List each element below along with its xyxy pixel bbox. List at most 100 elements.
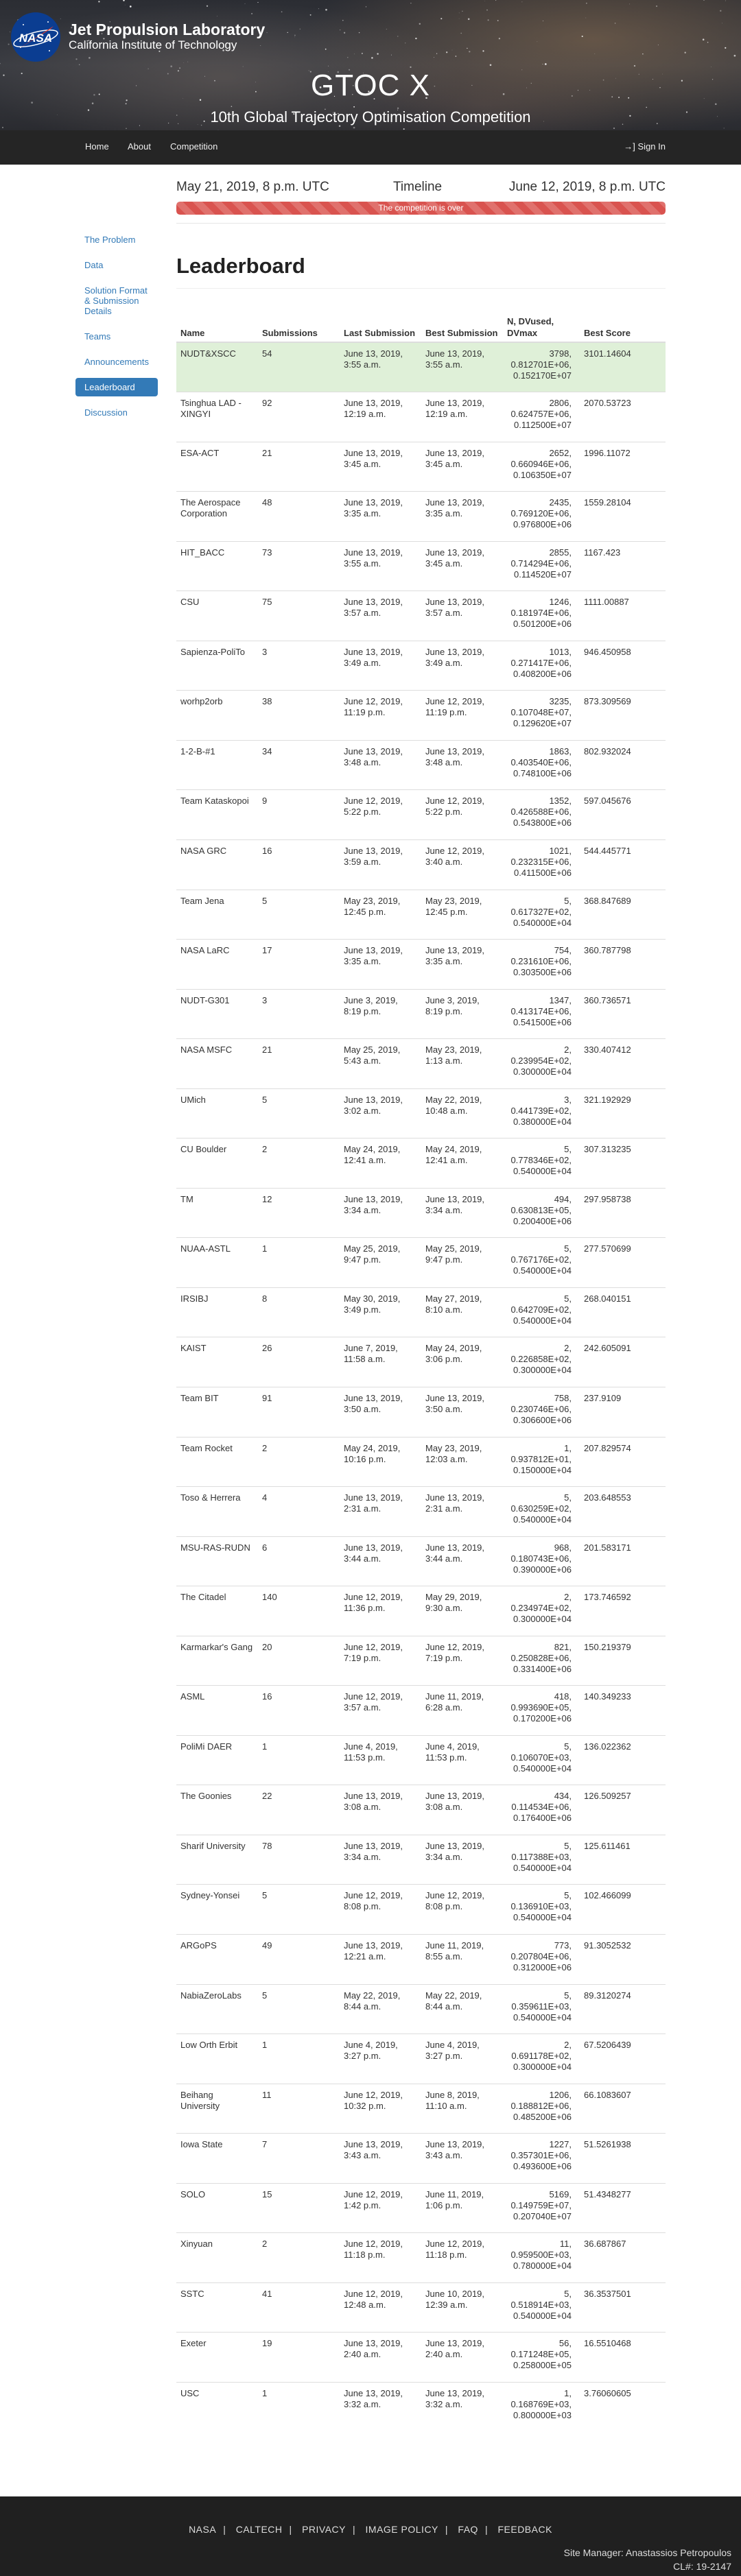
n-dvused-dvmax: 11, 0.959500E+03, 0.780000E+04 bbox=[503, 2232, 580, 2283]
best-submission: June 3, 2019, 8:19 p.m. bbox=[421, 988, 503, 1039]
team-name: KAIST bbox=[176, 1337, 258, 1387]
team-name: NUDT-G301 bbox=[176, 988, 258, 1039]
submissions-count: 20 bbox=[258, 1635, 340, 1686]
best-score: 3.76060605 bbox=[580, 2381, 666, 2432]
best-submission: June 13, 2019, 2:40 a.m. bbox=[421, 2332, 503, 2383]
team-name: IRSIBJ bbox=[176, 1287, 258, 1337]
page-title: Leaderboard bbox=[176, 254, 305, 278]
best-submission: June 4, 2019, 3:27 p.m. bbox=[421, 2034, 503, 2084]
star bbox=[325, 48, 327, 50]
table-row: Iowa State 7 June 13, 2019, 3:43 a.m. June … bbox=[176, 2133, 666, 2184]
n-dvused-dvmax: 758, 0.230746E+06, 0.306600E+06 bbox=[503, 1386, 580, 1438]
sign-in-link[interactable]: →] Sign In bbox=[624, 141, 666, 152]
sidebar-item-teams[interactable]: Teams bbox=[75, 327, 158, 346]
star bbox=[482, 50, 484, 52]
team-name: Exeter bbox=[176, 2332, 258, 2383]
n-dvused-dvmax: 5, 0.106070E+03, 0.540000E+04 bbox=[503, 1734, 580, 1785]
n-dvused-dvmax: 1246, 0.181974E+06, 0.501200E+06 bbox=[503, 591, 580, 641]
footer-link-privacy[interactable]: PRIVACY bbox=[302, 2524, 346, 2535]
star bbox=[720, 10, 722, 12]
best-submission: June 13, 2019, 3:35 a.m. bbox=[421, 491, 503, 542]
best-score: 544.445771 bbox=[580, 839, 666, 890]
site-manager: Site Manager: Anastassios Petropoulos bbox=[563, 2547, 731, 2558]
sidebar-nav: The Problem Data Solution Format & Submi… bbox=[75, 230, 158, 429]
n-dvused-dvmax: 821, 0.250828E+06, 0.331400E+06 bbox=[503, 1635, 580, 1686]
best-score: 321.192929 bbox=[580, 1088, 666, 1138]
table-row: NUAA-ASTL 1 May 25, 2019, 9:47 p.m. May 25,… bbox=[176, 1237, 666, 1288]
star bbox=[451, 49, 453, 51]
footer-link-caltech[interactable]: CALTECH bbox=[236, 2524, 283, 2535]
sidebar-item-leaderboard[interactable]: Leaderboard bbox=[75, 378, 158, 396]
submissions-count: 41 bbox=[258, 2282, 340, 2333]
best-score: 237.9109 bbox=[580, 1386, 666, 1438]
n-dvused-dvmax: 754, 0.231610E+06, 0.303500E+06 bbox=[503, 939, 580, 990]
table-row: Team Jena 5 May 23, 2019, 12:45 p.m. May 23… bbox=[176, 889, 666, 940]
nasa-logo[interactable]: NASA bbox=[8, 10, 63, 64]
table-row: Team Kataskopoi 9 June 12, 2019, 5:22 p.m.… bbox=[176, 789, 666, 840]
footer-link-nasa[interactable]: NASA bbox=[189, 2524, 216, 2535]
star bbox=[170, 65, 173, 68]
sidebar-item-data[interactable]: Data bbox=[75, 256, 158, 274]
submissions-count: 140 bbox=[258, 1586, 340, 1636]
best-submission: June 4, 2019, 11:53 p.m. bbox=[421, 1734, 503, 1785]
sidebar-item-discussion[interactable]: Discussion bbox=[75, 403, 158, 422]
n-dvused-dvmax: 1021, 0.232315E+06, 0.411500E+06 bbox=[503, 839, 580, 890]
footer-link-feedback[interactable]: FEEDBACK bbox=[497, 2524, 552, 2535]
timeline-end: June 12, 2019, 8 p.m. UTC bbox=[508, 180, 666, 194]
submissions-count: 21 bbox=[258, 1038, 340, 1089]
star bbox=[183, 62, 185, 64]
submissions-count: 5 bbox=[258, 1884, 340, 1935]
table-row: ESA-ACT 21 June 13, 2019, 3:45 a.m. June 13… bbox=[176, 441, 666, 492]
nav-about[interactable]: About bbox=[128, 141, 151, 152]
site-header: NASA Jet Propulsion Laboratory Californi… bbox=[0, 0, 741, 130]
last-submission: May 23, 2019, 12:45 p.m. bbox=[340, 889, 421, 940]
team-name: Tsinghua LAD - XINGYI bbox=[176, 392, 258, 442]
star bbox=[318, 8, 319, 10]
last-submission: June 13, 2019, 3:48 a.m. bbox=[340, 739, 421, 790]
last-submission: June 13, 2019, 3:55 a.m. bbox=[340, 342, 421, 392]
last-submission: June 13, 2019, 3:59 a.m. bbox=[340, 839, 421, 890]
sidebar-item-announcements[interactable]: Announcements bbox=[75, 353, 158, 371]
star bbox=[486, 9, 488, 11]
submissions-count: 3 bbox=[258, 988, 340, 1039]
star bbox=[714, 103, 717, 106]
team-name: ARGoPS bbox=[176, 1934, 258, 1985]
last-submission: June 12, 2019, 11:36 p.m. bbox=[340, 1586, 421, 1636]
team-name: NUDT&XSCC bbox=[176, 342, 258, 392]
team-name: NASA GRC bbox=[176, 839, 258, 890]
sidebar-item-the-problem[interactable]: The Problem bbox=[75, 230, 158, 249]
org-title: Jet Propulsion Laboratory bbox=[69, 21, 266, 38]
last-submission: June 12, 2019, 1:42 p.m. bbox=[340, 2182, 421, 2233]
table-row: NUDT-G301 3 June 3, 2019, 8:19 p.m. June 3,… bbox=[176, 988, 666, 1039]
best-score: 2070.53723 bbox=[580, 392, 666, 442]
table-row: UMich 5 June 13, 2019, 3:02 a.m. May 22, 20… bbox=[176, 1088, 666, 1138]
star bbox=[125, 103, 127, 105]
star bbox=[260, 45, 261, 46]
submissions-count: 5 bbox=[258, 1983, 340, 2034]
star bbox=[353, 106, 355, 108]
best-score: 66.1083607 bbox=[580, 2083, 666, 2134]
n-dvused-dvmax: 1013, 0.271417E+06, 0.408200E+06 bbox=[503, 640, 580, 691]
submissions-count: 11 bbox=[258, 2083, 340, 2134]
n-dvused-dvmax: 1, 0.168769E+03, 0.800000E+03 bbox=[503, 2381, 580, 2432]
nav-competition[interactable]: Competition bbox=[170, 141, 217, 152]
footer-link-image-policy[interactable]: IMAGE POLICY bbox=[366, 2524, 438, 2535]
submissions-count: 19 bbox=[258, 2332, 340, 2383]
star bbox=[287, 32, 288, 34]
best-score: 125.611461 bbox=[580, 1834, 666, 1885]
table-row: Tsinghua LAD - XINGYI 92 June 13, 2019, 12… bbox=[176, 392, 666, 442]
n-dvused-dvmax: 5, 0.642709E+02, 0.540000E+04 bbox=[503, 1287, 580, 1337]
sidebar-item-solution-format[interactable]: Solution Format & Submission Details bbox=[75, 281, 158, 320]
footer-link-faq[interactable]: FAQ bbox=[458, 2524, 478, 2535]
best-score: 597.045676 bbox=[580, 789, 666, 840]
table-row: ARGoPS 49 June 13, 2019, 12:21 a.m. June 11… bbox=[176, 1934, 666, 1985]
best-score: 368.847689 bbox=[580, 889, 666, 940]
star bbox=[231, 106, 233, 108]
best-submission: June 10, 2019, 12:39 a.m. bbox=[421, 2282, 503, 2333]
star bbox=[343, 32, 346, 34]
best-score: 360.787798 bbox=[580, 939, 666, 990]
last-submission: June 13, 2019, 12:19 a.m. bbox=[340, 392, 421, 442]
submissions-count: 91 bbox=[258, 1386, 340, 1438]
nav-home[interactable]: Home bbox=[85, 141, 109, 152]
best-score: 1559.28104 bbox=[580, 491, 666, 542]
